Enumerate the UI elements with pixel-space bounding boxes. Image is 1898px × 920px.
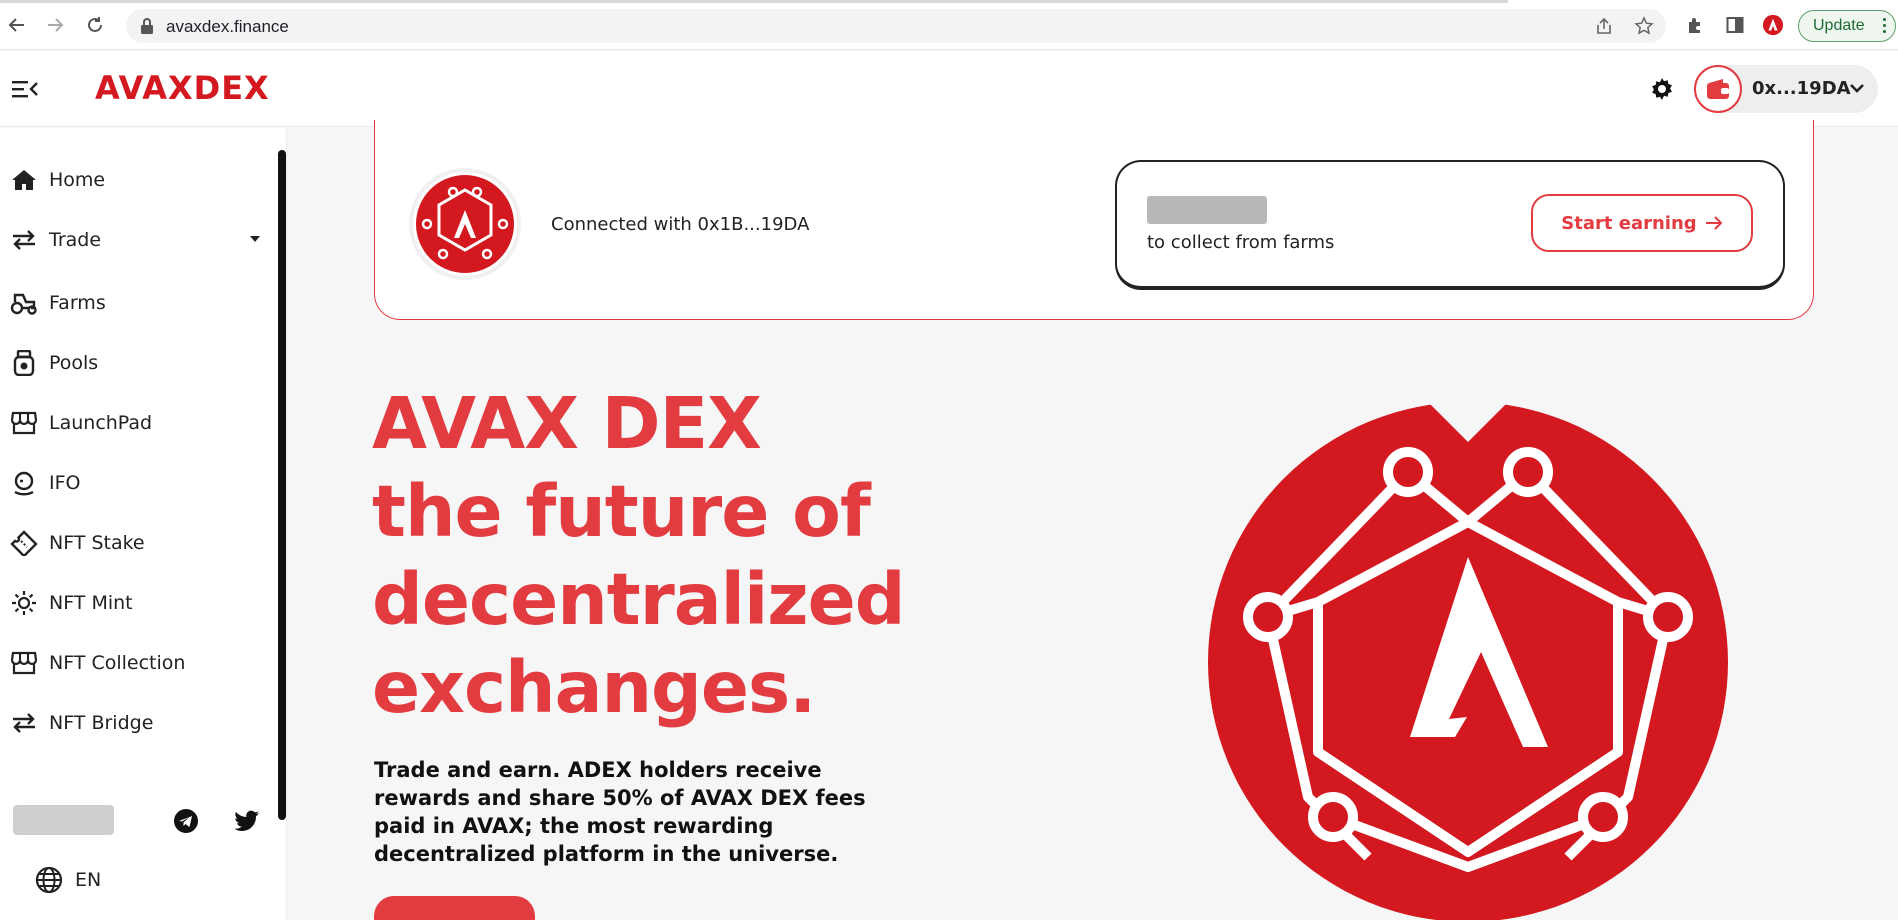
- farm-earnings-box: to collect from farms Start earning: [1115, 160, 1785, 290]
- tab-strip-edge: [0, 0, 1508, 3]
- sidebar-scrollbar[interactable]: [278, 150, 286, 820]
- sidebar-item-label: NFT Mint: [49, 592, 133, 614]
- share-icon[interactable]: [1594, 16, 1614, 36]
- update-label: Update: [1813, 17, 1865, 34]
- url-text: avaxdex.finance: [166, 17, 289, 36]
- profile-avatar-icon[interactable]: [1762, 14, 1784, 36]
- ticket-icon: [10, 529, 38, 557]
- sidebar-footer: [0, 778, 278, 918]
- sidebar-item-label: IFO: [49, 472, 81, 494]
- extensions-puzzle-icon[interactable]: [1684, 14, 1706, 36]
- forward-icon[interactable]: [42, 12, 68, 38]
- back-icon[interactable]: [4, 12, 30, 38]
- language-label: EN: [75, 869, 102, 891]
- tractor-icon: [10, 289, 38, 317]
- connected-wallet-card: Connected with 0x1B...19DA to collect fr…: [374, 120, 1814, 320]
- sidebar-item-nft-stake[interactable]: NFT Stake: [10, 523, 260, 563]
- swap-arrows-icon: [10, 226, 38, 254]
- reload-icon[interactable]: [82, 12, 108, 38]
- twitter-icon[interactable]: [233, 807, 261, 835]
- address-bar[interactable]: avaxdex.finance: [126, 9, 1666, 43]
- wallet-icon: [1694, 65, 1742, 113]
- arrow-right-icon: [1705, 216, 1723, 230]
- sidebar-item-nft-mint[interactable]: NFT Mint: [10, 583, 260, 623]
- hero-line-2: the future of: [372, 470, 871, 553]
- sidebar: Home Trade Farms Pools LaunchPad IFO NFT…: [0, 128, 287, 920]
- sidebar-item-trade[interactable]: Trade: [10, 220, 260, 260]
- globe-icon: [35, 866, 63, 894]
- bookmark-star-icon[interactable]: [1634, 16, 1654, 36]
- caret-down-icon: [250, 236, 260, 242]
- start-earning-label: Start earning: [1561, 212, 1697, 234]
- hero-line-3: decentralized: [372, 558, 906, 641]
- sidebar-item-label: Home: [49, 169, 106, 191]
- sidebar-item-home[interactable]: Home: [10, 160, 260, 200]
- sidebar-item-label: NFT Collection: [49, 652, 186, 674]
- sidebar-item-label: NFT Bridge: [49, 712, 154, 734]
- sidebar-item-nft-bridge[interactable]: NFT Bridge: [10, 703, 260, 743]
- storefront-icon: [10, 409, 38, 437]
- start-earning-button[interactable]: Start earning: [1531, 194, 1753, 252]
- language-selector[interactable]: EN: [35, 866, 101, 894]
- sidebar-item-label: LaunchPad: [49, 412, 153, 434]
- sidebar-item-ifo[interactable]: IFO: [10, 463, 260, 503]
- pool-jar-icon: [10, 349, 38, 377]
- telegram-icon[interactable]: [172, 807, 200, 835]
- sidebar-item-launchpad[interactable]: LaunchPad: [10, 403, 260, 443]
- sidebar-item-pools[interactable]: Pools: [10, 343, 260, 383]
- browser-toolbar: avaxdex.finance Update: [0, 0, 1898, 50]
- hero-line-1: AVAX DEX: [372, 382, 762, 465]
- home-icon: [10, 166, 38, 194]
- menu-dots-icon: [1883, 18, 1887, 36]
- settings-gear-icon[interactable]: [1648, 75, 1676, 103]
- hero-line-4: exchanges.: [372, 646, 816, 729]
- sidebar-item-farms[interactable]: Farms: [10, 283, 260, 323]
- wallet-menu-button[interactable]: 0x...19DA: [1694, 65, 1878, 113]
- lock-icon: [141, 18, 153, 34]
- brand-logo[interactable]: AVAXDEX: [95, 69, 270, 107]
- sidebar-item-nft-collection[interactable]: NFT Collection: [10, 643, 260, 683]
- avaxdex-logo-emblem: [1208, 402, 1728, 920]
- hero-subtitle: Trade and earn. ADEX holders receive rew…: [374, 758, 866, 866]
- swap-arrows-icon: [10, 709, 38, 737]
- collapse-menu-icon[interactable]: [12, 79, 38, 99]
- update-button[interactable]: Update: [1798, 10, 1896, 42]
- sun-icon: [10, 589, 38, 617]
- collect-from-farms-text: to collect from farms: [1147, 232, 1335, 253]
- sidebar-item-label: NFT Stake: [49, 532, 145, 554]
- profile-avatar: [413, 172, 517, 276]
- side-panel-icon[interactable]: [1724, 14, 1746, 36]
- rocket-launch-icon: [10, 469, 38, 497]
- app-header: AVAXDEX 0x...19DA: [0, 51, 1898, 127]
- earnings-amount-hidden: [1147, 196, 1267, 224]
- hero-heading: AVAX DEX the future of decentralized exc…: [372, 380, 906, 732]
- hero-cta-button[interactable]: [374, 896, 535, 920]
- sidebar-item-label: Farms: [49, 292, 106, 314]
- adex-price-badge[interactable]: [13, 805, 114, 835]
- wallet-address: 0x...19DA: [1752, 78, 1851, 99]
- chevron-down-icon: [1850, 84, 1864, 93]
- sidebar-item-label: Pools: [49, 352, 99, 374]
- storefront-icon: [10, 649, 38, 677]
- connected-address-text: Connected with 0x1B...19DA: [551, 214, 810, 235]
- sidebar-item-label: Trade: [49, 229, 102, 251]
